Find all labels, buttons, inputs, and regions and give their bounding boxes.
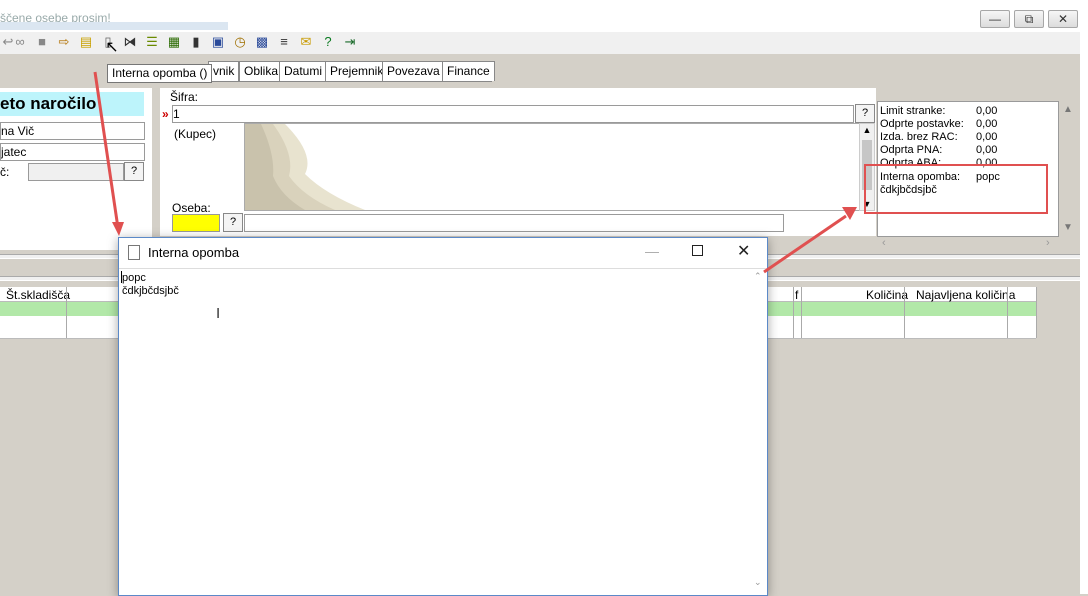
col-divider — [904, 287, 905, 338]
tab-kupec[interactable]: vnik — [208, 61, 240, 81]
clock-icon[interactable]: ◷ — [232, 34, 248, 50]
window-edge — [1080, 32, 1088, 594]
payer-field[interactable]: jatec — [0, 143, 145, 161]
field3-input[interactable] — [28, 163, 124, 181]
kupec-label: (Kupec) — [174, 127, 217, 141]
toolbar-tooltip: Interna opomba () — [107, 64, 213, 83]
stat-label-pna: Odprta PNA: — [880, 144, 943, 156]
dialog-close-button[interactable]: ✕ — [737, 241, 750, 261]
watermark-image — [245, 124, 365, 210]
col-divider — [801, 287, 802, 338]
required-marker-icon: » — [162, 107, 169, 121]
close-icon: ✕ — [1057, 12, 1069, 26]
link-icon[interactable]: ∞ — [12, 34, 28, 50]
stats-scroll-right-icon[interactable]: › — [1046, 237, 1050, 249]
stat-value-limit: 0,00 — [976, 105, 998, 117]
document-icon — [128, 245, 140, 260]
window-titlebar: ščene osebe prosim! — ⧉ ✕ — [0, 0, 1088, 33]
book-icon[interactable]: ▮ — [188, 34, 204, 50]
minimize-button[interactable]: — — [980, 10, 1010, 28]
note-textarea[interactable] — [119, 269, 755, 595]
dialog-titlebar: Interna opomba — ✕ — [119, 238, 767, 268]
stats-scroll-up-icon[interactable]: ▲ — [1063, 104, 1073, 115]
stack-icon[interactable]: ☰ — [144, 34, 160, 50]
oseba-name-input[interactable] — [244, 214, 784, 232]
tab-povezava[interactable]: Povezava — [382, 61, 445, 81]
col-header-f[interactable]: f — [795, 288, 798, 302]
tab-finance[interactable]: Finance — [442, 61, 495, 81]
stats-scroll-down-icon[interactable]: ▼ — [1063, 222, 1073, 233]
oseba-code-input[interactable] — [172, 214, 220, 232]
titlebar-highlight — [0, 22, 228, 30]
oseba-label: Oseba: — [172, 201, 211, 215]
stats-scroll-left-icon[interactable]: ‹ — [882, 237, 886, 249]
scroll-up-icon[interactable]: ▲ — [860, 124, 874, 136]
table-icon[interactable]: ▩ — [254, 34, 270, 50]
customer-address-box[interactable] — [244, 123, 860, 211]
note-line-1: popc — [122, 272, 146, 284]
tab-prejemnik[interactable]: Prejemnik — [325, 61, 389, 81]
col-header-skladisca[interactable]: Št.skladišča — [6, 288, 70, 302]
user-icon[interactable]: ■ — [34, 34, 50, 50]
col-divider — [1007, 287, 1008, 338]
close-button[interactable]: ✕ — [1048, 10, 1078, 28]
dialog-maximize-button[interactable] — [692, 245, 703, 256]
document-heading: eto naročilo — [0, 92, 144, 116]
stat-value-pna: 0,00 — [976, 144, 998, 156]
dialog-minimize-button[interactable]: — — [645, 243, 659, 259]
col-header-kolicina[interactable]: Količina — [866, 288, 908, 302]
interna-opomba-dialog: Interna opomba — ✕ popc čdkjbčdsjbč I ⌃ … — [118, 237, 768, 596]
customer-field[interactable]: na Vič — [0, 122, 145, 140]
import-icon[interactable]: ⇨ — [56, 34, 72, 50]
chart-icon[interactable]: ▦ — [166, 34, 182, 50]
mouse-cursor-icon: ↖ — [105, 39, 119, 56]
restore-button[interactable]: ⧉ — [1014, 10, 1044, 28]
col-header-najavljena[interactable]: Najavljena količina — [916, 288, 1015, 302]
help-icon[interactable]: ? — [320, 34, 336, 50]
field3-lookup-button[interactable]: ? — [124, 162, 144, 181]
stat-label-izda: Izda. brez RAC: — [880, 131, 958, 143]
tab-datumi[interactable]: Datumi — [279, 61, 328, 81]
dialog-title: Interna opomba — [148, 245, 240, 260]
sifra-label: Šifra: — [170, 90, 199, 104]
exit-icon[interactable]: ⇥ — [342, 34, 358, 50]
dialog-scrollbar[interactable]: ⌃ ⌄ — [753, 269, 766, 594]
minimize-icon: — — [989, 12, 1001, 26]
dialog-scroll-down-icon[interactable]: ⌄ — [754, 577, 762, 588]
annotation-highlight-box — [864, 164, 1048, 214]
col-divider — [1036, 287, 1037, 338]
field3-label: č: — [0, 165, 10, 179]
calendar-icon[interactable]: ▣ — [210, 34, 226, 50]
sifra-lookup-button[interactable]: ? — [855, 104, 875, 123]
sifra-input[interactable]: 1 — [172, 105, 854, 123]
col-divider — [66, 287, 67, 338]
dialog-scroll-up-icon[interactable]: ⌃ — [754, 271, 762, 282]
note-line-2: čdkjbčdsjbč — [122, 285, 179, 297]
tab-oblika[interactable]: Oblika — [239, 61, 284, 81]
stat-label-limit: Limit stranke: — [880, 105, 946, 117]
oseba-lookup-button[interactable]: ? — [223, 213, 243, 232]
restore-icon: ⧉ — [1024, 12, 1034, 26]
stat-label-odprte-postavke: Odprte postavke: — [880, 118, 964, 130]
ibeam-cursor-icon: I — [216, 305, 221, 322]
envelope-icon[interactable]: ✉ — [298, 34, 314, 50]
list-icon[interactable]: ≡ — [276, 34, 292, 50]
col-divider — [793, 287, 794, 338]
attachment-icon[interactable]: ⧒ — [122, 34, 138, 50]
folder-icon[interactable]: ▤ — [78, 34, 94, 50]
stat-value-izda: 0,00 — [976, 131, 998, 143]
stat-value-odprte-postavke: 0,00 — [976, 118, 998, 130]
toolbar: ↩ ∞ ■ ⇨ ▤ ▯ ⧒ ☰ ▦ ▮ ▣ ◷ ▩ ≡ ✉ ? ⇥ ↖ — [0, 32, 1080, 56]
